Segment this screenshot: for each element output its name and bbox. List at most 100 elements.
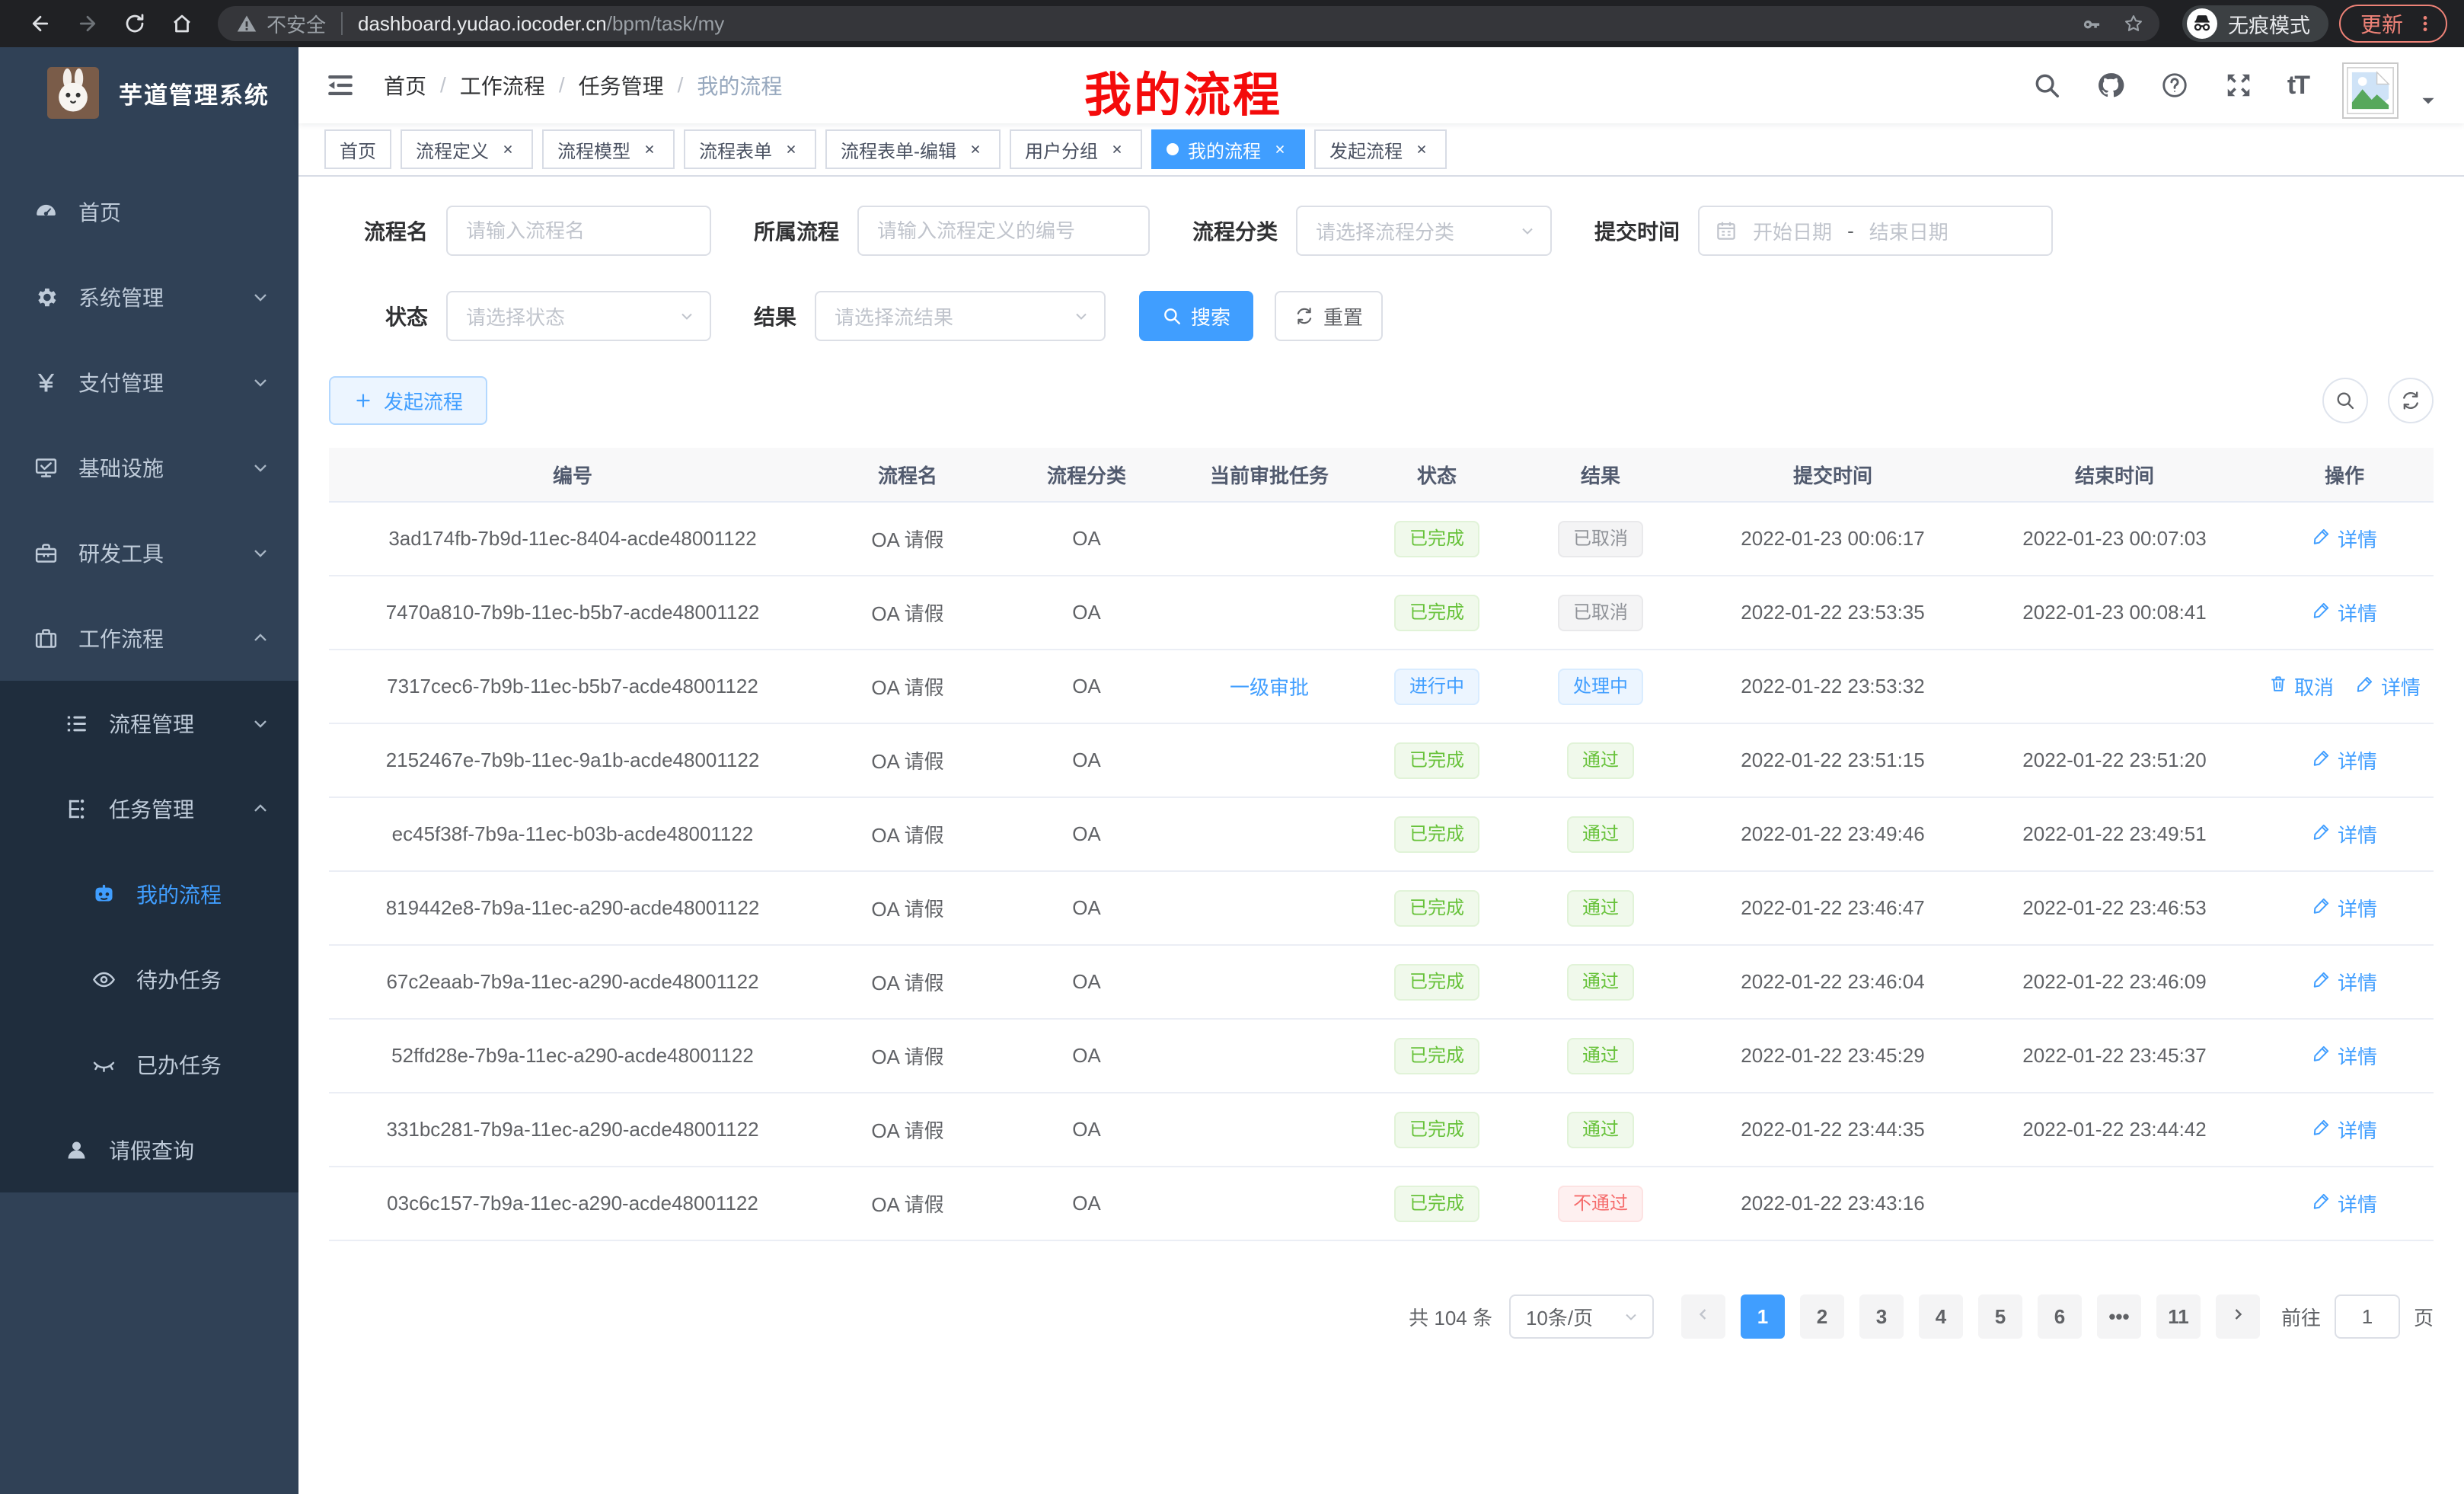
detail-link[interactable]: 详情 <box>2312 968 2377 996</box>
tab-首页[interactable]: 首页 <box>324 129 391 169</box>
process-name-cell: OA 请假 <box>816 894 999 922</box>
jump-page-input[interactable] <box>2335 1294 2400 1339</box>
bookmark-star-icon[interactable] <box>2118 8 2149 39</box>
status-select[interactable]: 请选择状态 <box>446 291 711 341</box>
sidebar-item-task-manage[interactable]: 任务管理 <box>0 766 298 851</box>
tab-用户分组[interactable]: 用户分组 <box>1010 129 1142 169</box>
sidebar-item-home[interactable]: 首页 <box>0 169 298 254</box>
page-button-4[interactable]: 4 <box>1919 1294 1963 1339</box>
process-name-input[interactable] <box>446 206 711 256</box>
forward-icon[interactable] <box>70 6 105 41</box>
page-button-6[interactable]: 6 <box>2038 1294 2082 1339</box>
tab-label: 用户分组 <box>1025 136 1098 163</box>
cancel-link[interactable]: 取消 <box>2268 672 2334 701</box>
next-page-button[interactable] <box>2216 1294 2260 1339</box>
breadcrumb-item[interactable]: 任务管理 <box>579 70 664 101</box>
tab-流程定义[interactable]: 流程定义 <box>401 129 533 169</box>
detail-link[interactable]: 详情 <box>2312 1116 2377 1144</box>
close-tab-icon[interactable] <box>1412 139 1431 159</box>
close-tab-icon[interactable] <box>498 139 518 159</box>
detail-link[interactable]: 详情 <box>2312 1189 2377 1218</box>
hamburger-icon[interactable] <box>324 69 356 101</box>
sidebar-item-workflow[interactable]: 工作流程 <box>0 595 298 681</box>
update-button[interactable]: 更新 <box>2339 5 2447 43</box>
tab-流程模型[interactable]: 流程模型 <box>542 129 675 169</box>
github-icon[interactable] <box>2095 70 2126 101</box>
sidebar-item-my-process[interactable]: 我的流程 <box>0 851 298 937</box>
page-button-11[interactable]: 11 <box>2156 1294 2201 1339</box>
breadcrumb-item[interactable]: 首页 <box>384 70 426 101</box>
actions-cell: 详情 <box>2255 968 2434 996</box>
sidebar-item-system[interactable]: 系统管理 <box>0 254 298 340</box>
page-button-5[interactable]: 5 <box>1978 1294 2022 1339</box>
page-button-3[interactable]: 3 <box>1859 1294 1904 1339</box>
close-tab-icon[interactable] <box>1270 139 1290 159</box>
submit-time-range-picker[interactable]: 开始日期 - 结束日期 <box>1698 206 2053 256</box>
current-task-link[interactable]: 一级审批 <box>1230 672 1309 701</box>
browser-menu-kebab-icon[interactable] <box>2415 14 2435 34</box>
sidebar-item-process-manage[interactable]: 流程管理 <box>0 681 298 766</box>
avatar[interactable] <box>2342 62 2399 119</box>
detail-link[interactable]: 详情 <box>2312 1042 2377 1070</box>
sidebar-item-devtools[interactable]: 研发工具 <box>0 510 298 595</box>
font-size-icon[interactable]: tT <box>2287 70 2309 101</box>
sidebar-item-todo-task[interactable]: 待办任务 <box>0 937 298 1022</box>
reset-button[interactable]: 重置 <box>1275 291 1383 341</box>
actions-cell: 取消详情 <box>2255 672 2434 701</box>
detail-link[interactable]: 详情 <box>2312 894 2377 922</box>
process-category-cell: OA <box>999 749 1174 772</box>
pages-ellipsis[interactable]: ••• <box>2097 1294 2141 1339</box>
start-process-button[interactable]: 发起流程 <box>329 376 487 425</box>
back-icon[interactable] <box>23 6 58 41</box>
page-button-1[interactable]: 1 <box>1741 1294 1785 1339</box>
close-tab-icon[interactable] <box>781 139 801 159</box>
tab-我的流程[interactable]: 我的流程 <box>1151 129 1305 169</box>
sidebar-item-infra[interactable]: 基础设施 <box>0 425 298 510</box>
reload-icon[interactable] <box>117 6 152 41</box>
table-row: 67c2eaab-7b9a-11ec-a290-acde48001122OA 请… <box>329 946 2434 1020</box>
breadcrumb-item[interactable]: 工作流程 <box>460 70 545 101</box>
close-tab-icon[interactable] <box>640 139 659 159</box>
password-key-icon[interactable] <box>2077 8 2108 39</box>
page-button-2[interactable]: 2 <box>1800 1294 1844 1339</box>
detail-link[interactable]: 详情 <box>2312 820 2377 848</box>
category-select[interactable]: 请选择流程分类 <box>1296 206 1552 256</box>
avatar-caret-down-icon[interactable] <box>2418 91 2438 110</box>
detail-label: 详情 <box>2338 1116 2377 1144</box>
home-icon[interactable] <box>164 6 199 41</box>
sidebar-item-pay[interactable]: 支付管理 <box>0 340 298 425</box>
process-def-input[interactable] <box>857 206 1150 256</box>
status-cell: 已完成 <box>1364 816 1509 853</box>
search-icon[interactable] <box>2032 70 2062 101</box>
detail-link[interactable]: 详情 <box>2312 746 2377 774</box>
list-tree-icon <box>64 711 89 736</box>
tab-流程表单-编辑[interactable]: 流程表单-编辑 <box>825 129 1001 169</box>
actions-cell: 详情 <box>2255 746 2434 774</box>
address-bar[interactable]: 不安全 dashboard.yudao.iocoder.cn/bpm/task/… <box>218 6 2159 41</box>
status-cell: 已完成 <box>1364 964 1509 1001</box>
tab-流程表单[interactable]: 流程表单 <box>684 129 816 169</box>
submit-time-cell: 2022-01-22 23:49:46 <box>1692 822 1974 846</box>
close-tab-icon[interactable] <box>1107 139 1127 159</box>
prev-page-button[interactable] <box>1681 1294 1725 1339</box>
security-warning-icon[interactable] <box>236 13 257 34</box>
detail-link[interactable]: 详情 <box>2312 599 2377 627</box>
page-size-select[interactable]: 10条/页 <box>1509 1294 1654 1339</box>
current-task-cell: 一级审批 <box>1174 672 1364 701</box>
search-button[interactable]: 搜索 <box>1139 291 1253 341</box>
sidebar-item-leave-query[interactable]: 请假查询 <box>0 1107 298 1192</box>
result-select[interactable]: 请选择流结果 <box>815 291 1106 341</box>
fullscreen-icon[interactable] <box>2223 70 2254 101</box>
status-badge: 已完成 <box>1394 742 1479 779</box>
sidebar-item-done-task[interactable]: 已办任务 <box>0 1022 298 1107</box>
refresh-icon[interactable] <box>2388 378 2434 423</box>
process-category-cell: OA <box>999 896 1174 920</box>
date-range-separator: - <box>1847 219 1854 243</box>
detail-link[interactable]: 详情 <box>2355 672 2421 701</box>
close-tab-icon[interactable] <box>965 139 985 159</box>
yen-icon <box>34 370 59 395</box>
toggle-search-icon[interactable] <box>2322 378 2368 423</box>
help-icon[interactable] <box>2159 70 2190 101</box>
detail-link[interactable]: 详情 <box>2312 525 2377 553</box>
tab-发起流程[interactable]: 发起流程 <box>1314 129 1447 169</box>
